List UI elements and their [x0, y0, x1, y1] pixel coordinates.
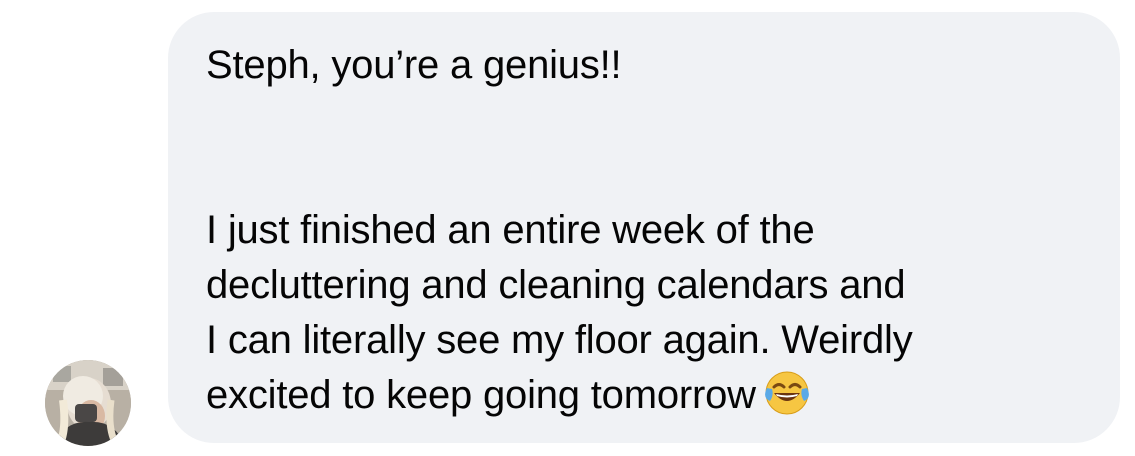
message-line: decluttering and cleaning calendars and — [206, 263, 906, 307]
sender-avatar[interactable] — [45, 360, 131, 446]
message-line-with-emoji: excited to keep going tomorrow — [206, 368, 1090, 423]
message-greeting: Steph, you’re a genius!! — [206, 43, 622, 87]
message-line: I just finished an entire week of the — [206, 208, 815, 252]
message-line: I can literally see my floor again. Weir… — [206, 318, 913, 362]
face-with-tears-of-joy-icon — [764, 370, 810, 416]
avatar-photo — [45, 360, 131, 446]
message-thread: Steph, you’re a genius!! I just finished… — [0, 0, 1135, 456]
message-line-text: excited to keep going tomorrow — [206, 373, 756, 417]
message-bubble[interactable]: Steph, you’re a genius!! I just finished… — [168, 12, 1120, 443]
